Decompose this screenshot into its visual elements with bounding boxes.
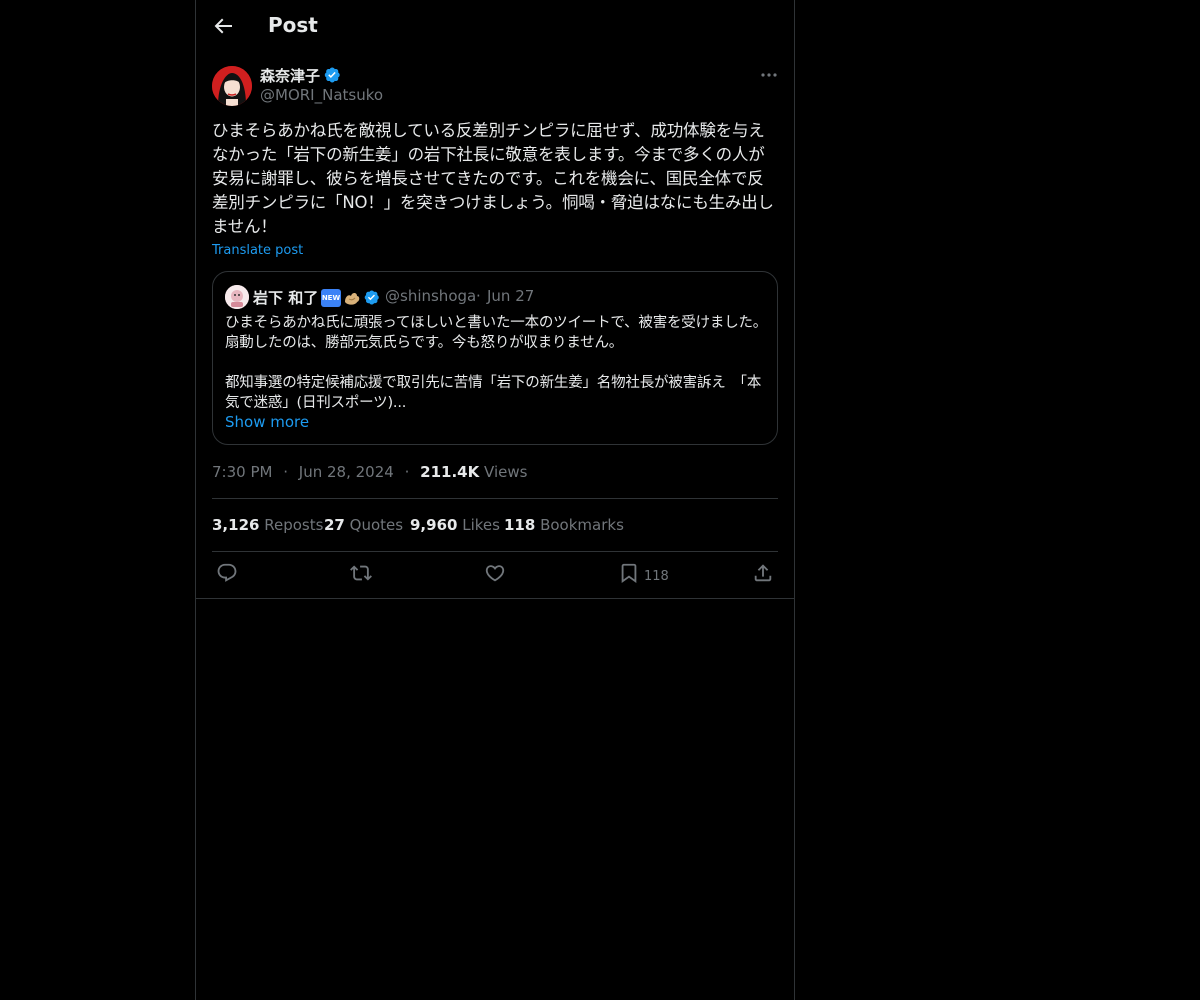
bookmark-button[interactable] [618,562,642,586]
back-button[interactable] [211,14,235,38]
new-badge: NEW [321,289,341,307]
bookmark-count: 118 [644,569,669,584]
quotes-stat[interactable]: 27 Quotes [324,516,403,534]
ginger-emoji-icon [342,288,362,308]
like-button[interactable] [484,562,508,586]
meta-separator: · [283,463,289,481]
reposts-label: Reposts [264,516,324,534]
quote-avatar [225,285,249,309]
reposts-stat[interactable]: 3,126 Reposts [212,516,323,534]
post-header: Post [196,0,794,53]
heart-icon [485,565,505,582]
likes-label: Likes [462,516,500,534]
share-button[interactable] [752,562,776,586]
quote-author-name: 岩下 和了 [253,289,319,307]
meta-separator: · [404,463,410,481]
reply-icon [217,563,237,582]
author-name[interactable]: 森奈津子 [260,65,320,86]
show-more-link[interactable]: Show more [225,413,309,431]
bookmarks-stat[interactable]: 118 Bookmarks [504,516,624,534]
post-column: Post 森奈津子 @MORI_Natsuko ひまそらあかね氏を敵視している反… [195,0,795,1000]
repost-icon [350,565,372,581]
post-text: ひまそらあかね氏を敵視している反差別チンピラに屈せず、成功体験を与えなかった「岩… [212,121,774,236]
author-handle[interactable]: @MORI_Natsuko [260,86,383,104]
post-meta: 7:30 PM · Jun 28, 2024 · 211.4K Views [212,463,527,481]
quote-date: Jun 27 [487,287,535,305]
quote-author-handle: @shinshoga [385,287,477,305]
bookmarks-count: 118 [504,516,536,534]
repost-button[interactable] [350,562,374,586]
share-icon [754,564,772,582]
page-title: Post [268,13,318,37]
action-bar: 118 [196,552,794,598]
reply-button[interactable] [216,562,240,586]
views-label: Views [484,463,528,481]
reposts-count: 3,126 [212,516,260,534]
more-horizontal-icon [761,73,777,77]
quotes-count: 27 [324,516,345,534]
post-time[interactable]: 7:30 PM [212,463,272,481]
verified-badge-icon [323,66,341,84]
translate-post-link[interactable]: Translate post [212,243,303,258]
likes-stat[interactable]: 9,960 Likes [410,516,500,534]
views-count: 211.4K [420,463,480,481]
quote-separator: · [476,287,481,305]
quote-text: ひまそらあかね氏に頑張ってほしいと書いた一本のツイートで、被害を受けました。扇動… [225,315,768,411]
quoted-post[interactable]: 岩下 和了 NEW @shinshoga · Jun 27 ひまそらあかね氏に頑… [212,271,778,445]
arrow-left-icon [214,18,232,34]
bookmark-icon [621,563,637,584]
quotes-label: Quotes [349,516,404,534]
verified-badge-icon [363,289,380,306]
more-button[interactable] [758,64,780,86]
divider [196,598,794,599]
avatar-image [212,66,252,106]
likes-count: 9,960 [410,516,458,534]
divider [212,498,778,499]
post-date[interactable]: Jun 28, 2024 [299,463,394,481]
author-avatar[interactable] [212,66,252,106]
bookmarks-label: Bookmarks [540,516,624,534]
